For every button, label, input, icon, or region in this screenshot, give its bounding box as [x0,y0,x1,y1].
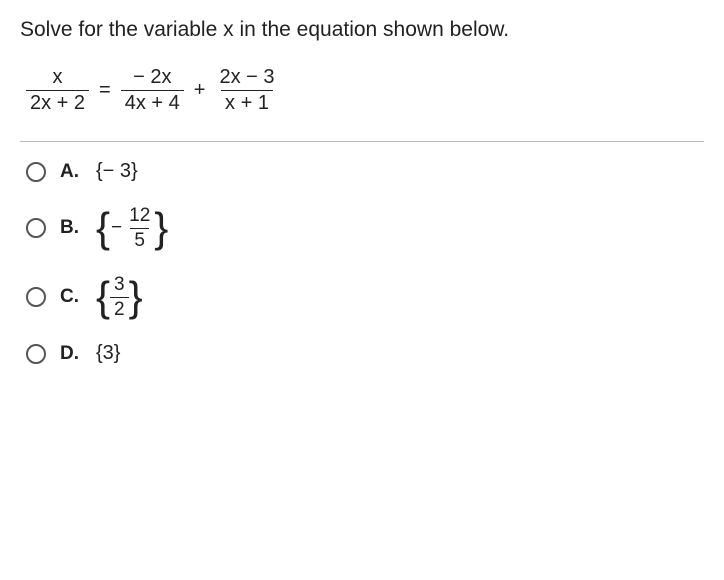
option-b-frac: 12 5 [125,205,154,252]
option-b-letter: B. [60,217,82,239]
plus-sign: + [194,79,206,102]
option-c-den: 2 [110,297,129,321]
options-group: A. {− 3} B. { − 12 5 } C. { 3 [26,160,704,365]
option-c[interactable]: C. { 3 2 } [26,274,704,321]
divider [20,141,704,142]
option-b-num: 12 [125,205,154,228]
fraction-2: − 2x 4x + 4 [121,66,184,115]
option-c-letter: C. [60,286,82,308]
right-brace-icon: } [129,276,143,318]
frac3-den: x + 1 [221,90,273,115]
option-b-neg: − [111,217,122,239]
option-c-frac: 3 2 [110,274,129,321]
option-b[interactable]: B. { − 12 5 } [26,205,704,252]
frac2-num: − 2x [129,66,175,90]
option-d[interactable]: D. {3} [26,342,704,365]
left-brace-icon: { [96,276,110,318]
option-a[interactable]: A. {− 3} [26,160,704,183]
frac1-num: x [49,66,67,90]
radio-b[interactable] [26,218,46,238]
option-b-den: 5 [130,228,149,252]
option-a-letter: A. [60,161,82,183]
option-c-answer: { 3 2 } [96,274,143,321]
frac2-den: 4x + 4 [121,90,184,115]
question-prompt: Solve for the variable x in the equation… [20,18,704,42]
equals-sign: = [99,79,111,102]
option-b-answer: { − 12 5 } [96,205,168,252]
equation: x 2x + 2 = − 2x 4x + 4 + 2x − 3 x + 1 [26,66,704,115]
left-brace-icon: { [96,207,110,249]
frac3-num: 2x − 3 [215,66,278,90]
option-a-answer: {− 3} [96,160,138,183]
fraction-1: x 2x + 2 [26,66,89,115]
fraction-3: 2x − 3 x + 1 [215,66,278,115]
right-brace-icon: } [154,207,168,249]
radio-d[interactable] [26,344,46,364]
option-d-answer: {3} [96,342,120,365]
radio-c[interactable] [26,287,46,307]
option-d-letter: D. [60,343,82,365]
option-c-num: 3 [110,274,129,297]
radio-a[interactable] [26,162,46,182]
frac1-den: 2x + 2 [26,90,89,115]
